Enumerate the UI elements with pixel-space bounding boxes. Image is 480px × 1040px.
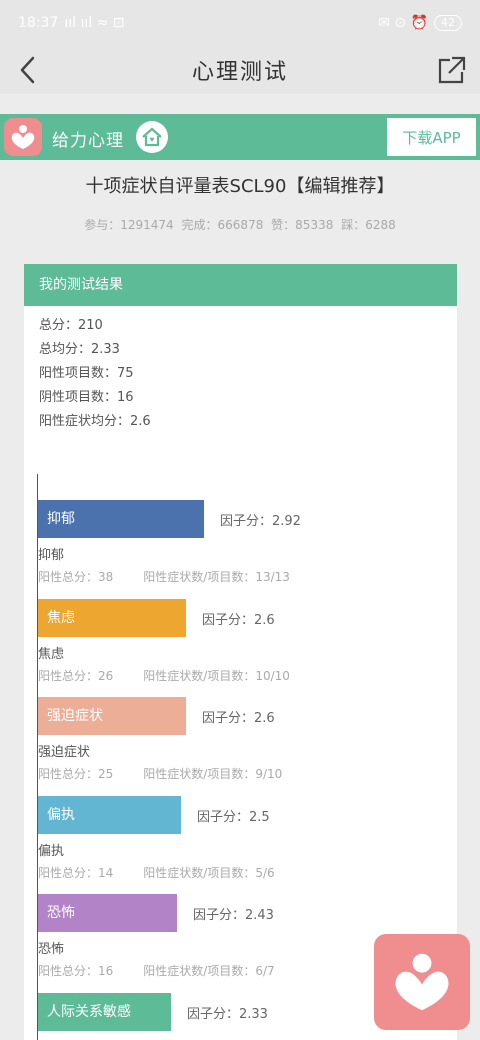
test-title: 十项症状自评量表SCL90【编辑推荐】 <box>85 176 395 197</box>
factor-item: 偏执 因子分：2.5 偏执 阳性总分：14 阳性症状数/项目数：5/6 <box>38 795 448 894</box>
factor-score: 因子分：2.5 <box>197 809 270 825</box>
factor-score: 因子分：2.6 <box>202 612 275 628</box>
test-stats: 参与：1291474 完成：666878 赞：85338 踩：6288 <box>0 216 480 233</box>
positive-total: 阳性总分：25 <box>38 767 114 781</box>
negative-items: 阴性项目数：16 <box>39 390 134 405</box>
factor-score: 因子分：2.43 <box>193 908 274 923</box>
back-icon[interactable] <box>14 52 44 88</box>
factor-detail: 阳性总分：16 阳性症状数/项目数：6/7 <box>38 962 275 979</box>
battery-icon: 42 <box>434 15 462 31</box>
page-title: 心理测试 <box>191 60 288 85</box>
result-header: 我的测试结果 <box>24 264 457 306</box>
factor-bar: 恐怖 <box>38 894 177 932</box>
clock: 18:37 <box>18 15 59 31</box>
download-app-button[interactable]: 下载APP <box>387 118 476 156</box>
positive-total: 阳性总分：38 <box>38 570 114 584</box>
factor-item: 焦虑 因子分：2.6 焦虑 阳性总分：26 阳性症状数/项目数：10/10 <box>38 598 448 697</box>
dislikes-count: 踩：6288 <box>341 218 396 232</box>
factor-detail: 阳性总分：38 阳性症状数/项目数：13/13 <box>38 568 290 585</box>
app-logo-icon <box>4 118 42 156</box>
app-logo-float-button[interactable] <box>374 934 470 1030</box>
app-banner: 给力心理 下载APP <box>0 114 480 160</box>
home-icon[interactable] <box>136 121 168 153</box>
factor-bar: 强迫症状 <box>38 697 186 735</box>
positive-items: 阳性项目数：75 <box>39 366 134 381</box>
positive-total: 阳性总分：26 <box>38 668 114 683</box>
factor-bar: 抑郁 <box>38 500 204 538</box>
notification-icons: ✉ ⊙ ⏰ <box>378 15 428 31</box>
factor-detail: 阳性总分：14 阳性症状数/项目数：5/6 <box>38 864 275 881</box>
positive-ratio: 阳性症状数/项目数：10/10 <box>143 668 290 683</box>
participants-count: 参与：1291474 <box>84 218 174 232</box>
factor-item: 抑郁 因子分：2.92 抑郁阳性总分：38 阳性症状数/项目数：13/13 <box>38 500 448 598</box>
result-summary: 总分：210 总均分：2.33 阳性项目数：75 阴性项目数：16 阳性症状均分… <box>39 314 151 434</box>
positive-total: 阳性总分：14 <box>38 865 114 880</box>
positive-average: 阳性症状均分：2.6 <box>39 414 151 429</box>
positive-ratio: 阳性症状数/项目数：9/10 <box>143 767 283 781</box>
factor-bar: 人际关系敏感 <box>38 992 171 1031</box>
factor-name: 恐怖 <box>38 942 65 957</box>
factor-name: 偏执 <box>38 843 65 859</box>
factor-name: 焦虑 <box>38 646 65 662</box>
status-bar: 18:37 ııl ııl ≈ ⊡ ✉ ⊙ ⏰ 42 <box>0 0 480 46</box>
total-score: 总分：210 <box>39 318 103 333</box>
factor-detail: 阳性总分：25 阳性症状数/项目数：9/10 <box>38 765 282 782</box>
factor-item: 强迫症状 因子分：2.6 强迫症状阳性总分：25 阳性症状数/项目数：9/10 <box>38 697 448 795</box>
share-icon[interactable] <box>434 52 468 88</box>
factor-detail: 阳性总分：26 阳性症状数/项目数：10/10 <box>38 667 290 684</box>
likes-count: 赞：85338 <box>271 218 334 232</box>
nav-bar: 心理测试 <box>0 46 480 94</box>
factor-score: 因子分：2.6 <box>202 711 275 726</box>
result-card: 我的测试结果 总分：210 总均分：2.33 阳性项目数：75 阴性项目数：16… <box>24 264 457 1040</box>
positive-total: 阳性总分：16 <box>38 964 114 978</box>
positive-ratio: 阳性症状数/项目数：5/6 <box>143 865 275 880</box>
factor-bar: 偏执 <box>38 795 181 834</box>
brand-name: 给力心理 <box>52 131 124 151</box>
positive-ratio: 阳性症状数/项目数：13/13 <box>143 570 290 584</box>
factor-name: 抑郁 <box>38 548 65 563</box>
positive-ratio: 阳性症状数/项目数：6/7 <box>143 964 275 978</box>
factor-score: 因子分：2.92 <box>220 514 301 529</box>
signal-icon: ııl ııl ≈ ⊡ <box>64 15 125 31</box>
completed-count: 完成：666878 <box>181 218 264 232</box>
factor-bar: 焦虑 <box>38 598 186 637</box>
factor-name: 强迫症状 <box>38 745 91 760</box>
factor-score: 因子分：2.33 <box>187 1006 268 1022</box>
average-score: 总均分：2.33 <box>39 342 120 357</box>
